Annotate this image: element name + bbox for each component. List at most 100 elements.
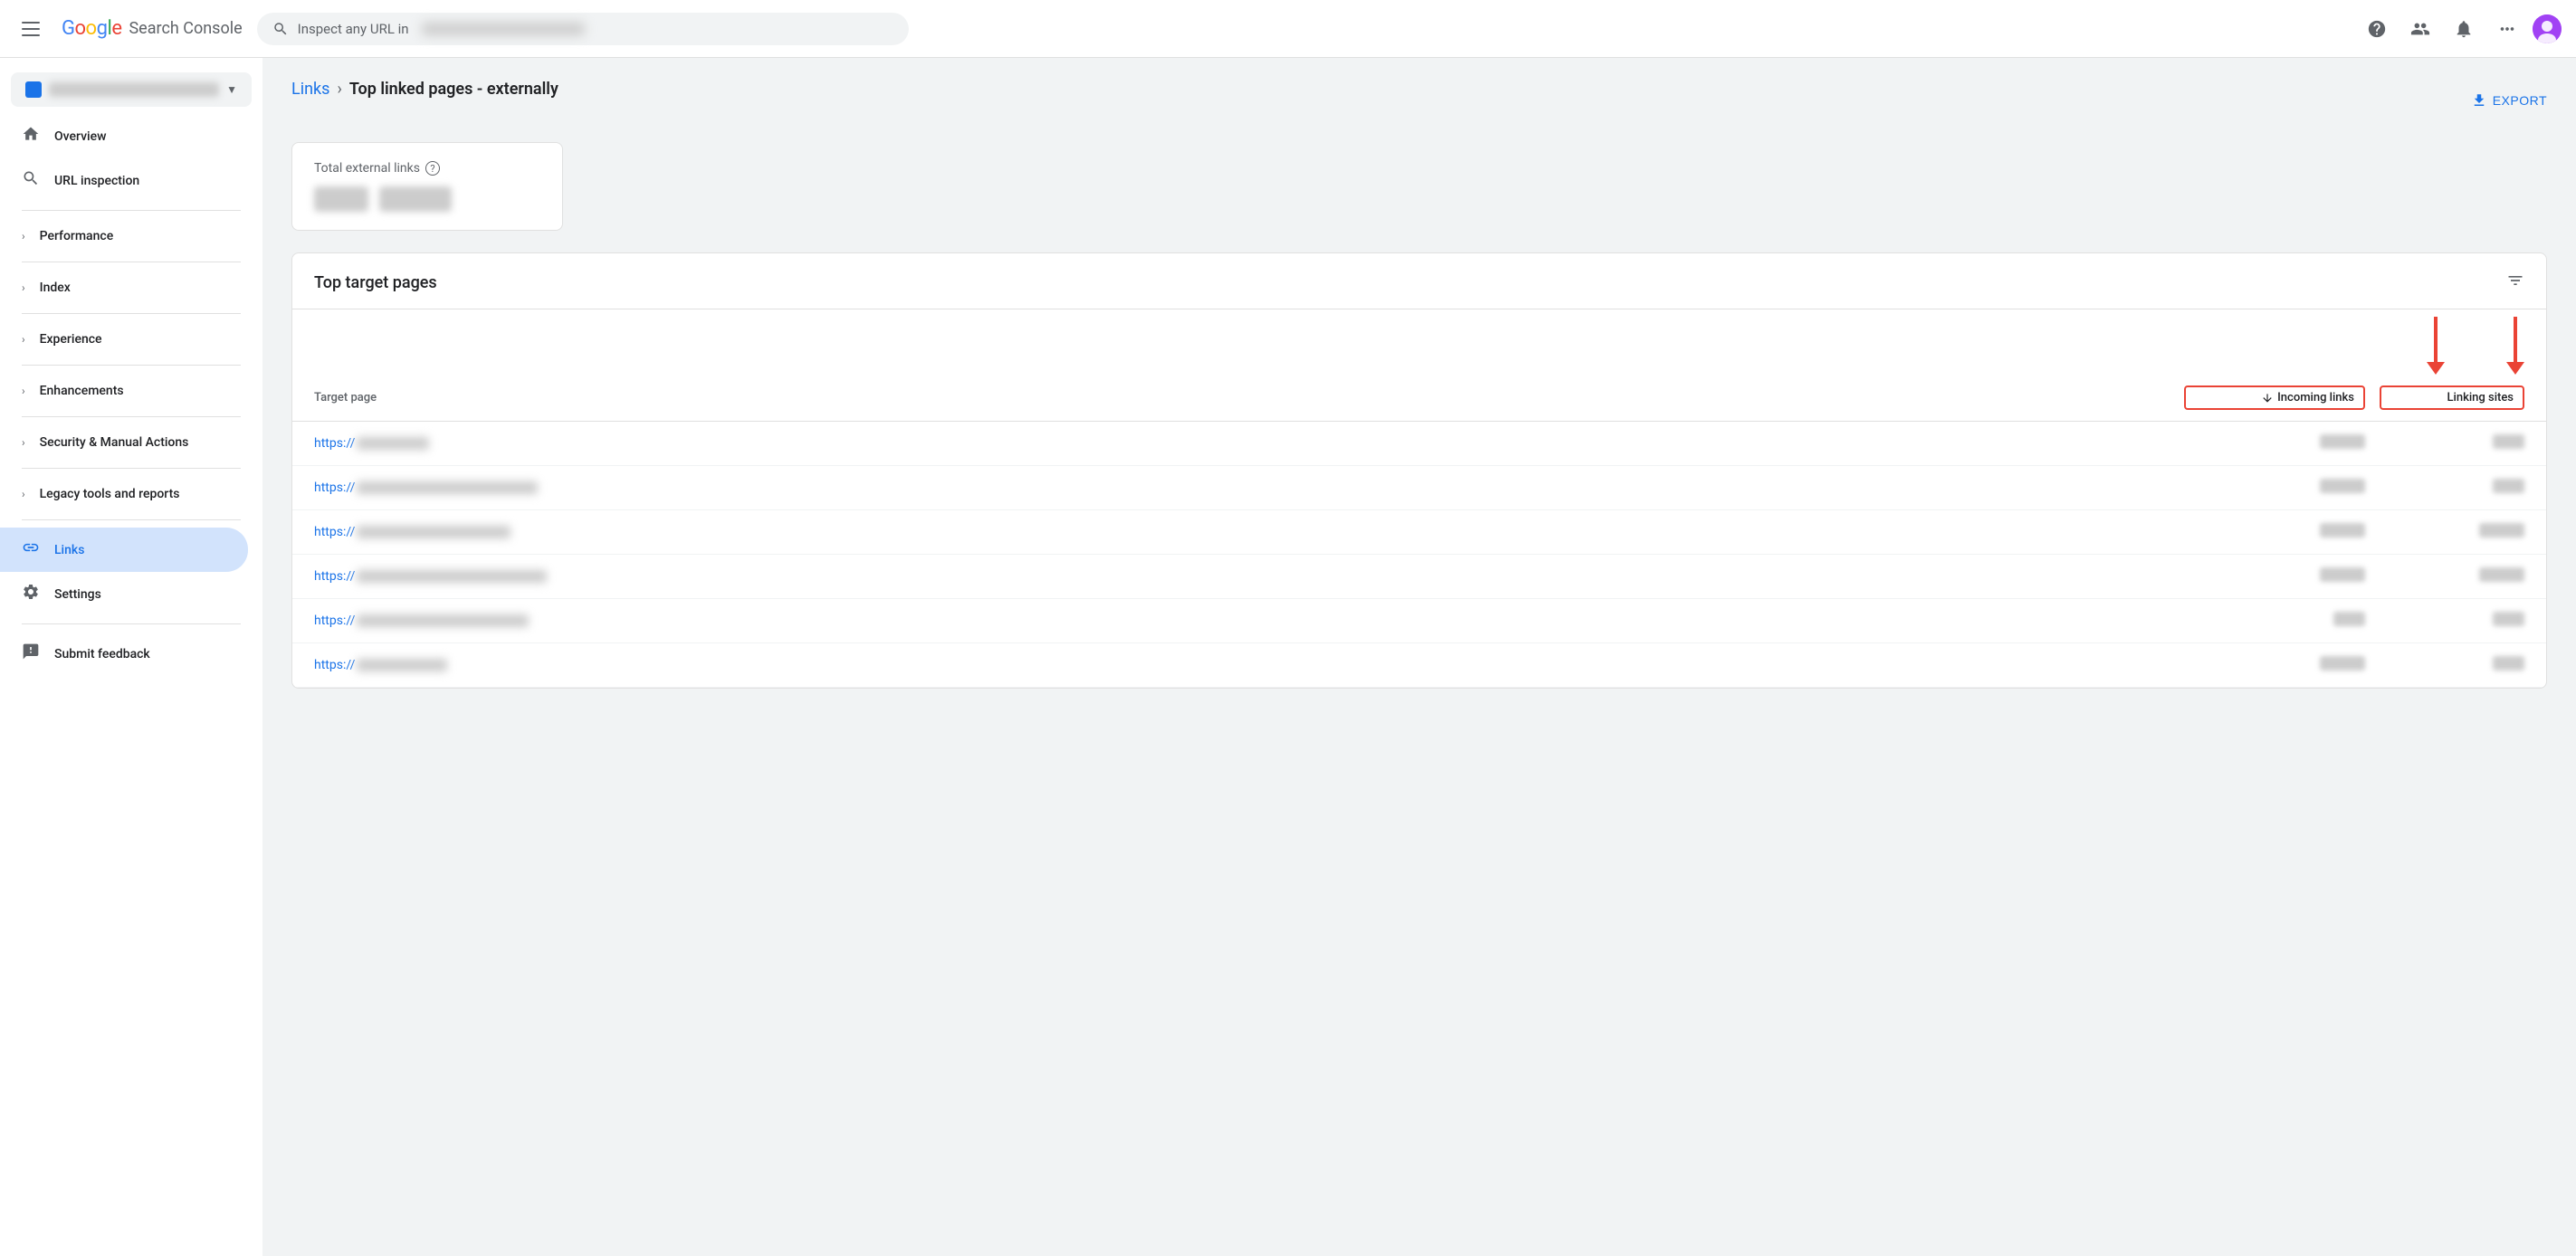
sidebar-item-legacy[interactable]: › Legacy tools and reports [0, 476, 262, 512]
row-url-1[interactable]: https:// [314, 436, 2184, 451]
row-url-5[interactable]: https:// [314, 614, 2184, 628]
property-name [49, 82, 219, 97]
sidebar-divider-1 [22, 210, 241, 211]
sidebar-divider-5 [22, 416, 241, 417]
search-console-settings-button[interactable] [2402, 11, 2438, 47]
linking-value-4 [2479, 567, 2524, 582]
feedback-icon [22, 642, 40, 665]
linking-value-6 [2493, 656, 2524, 671]
sidebar-item-url-inspection[interactable]: URL inspection [0, 158, 248, 203]
sidebar-divider-8 [22, 623, 241, 624]
incoming-value-3 [2320, 523, 2365, 538]
header: Google Search Console Inspect any URL in [0, 0, 2576, 58]
col-incoming-links[interactable]: Incoming links [2184, 385, 2365, 410]
stats-value-1 [314, 186, 368, 212]
row-linking-5 [2380, 612, 2524, 630]
breadcrumb-parent[interactable]: Links [291, 80, 329, 99]
sidebar-item-overview[interactable]: Overview [0, 114, 248, 158]
arrow-annotations [292, 317, 2546, 375]
sidebar-item-settings[interactable]: Settings [0, 572, 248, 616]
sidebar-divider-3 [22, 313, 241, 314]
row-url-2[interactable]: https:// [314, 481, 2184, 495]
chevron-right-icon-2: › [22, 281, 25, 294]
apps-button[interactable] [2489, 11, 2525, 47]
help-button[interactable] [2359, 11, 2395, 47]
search-bar[interactable]: Inspect any URL in [257, 13, 909, 45]
row-url-3[interactable]: https:// [314, 525, 2184, 539]
sidebar-item-experience-label: Experience [40, 332, 102, 347]
arrow-shaft-2 [2514, 317, 2517, 362]
incoming-value-6 [2320, 656, 2365, 671]
sidebar-item-legacy-label: Legacy tools and reports [40, 487, 180, 501]
col-incoming-label: Incoming links [2277, 391, 2354, 404]
search-icon [272, 21, 289, 37]
sidebar-item-index[interactable]: › Index [0, 270, 262, 306]
row-url-4[interactable]: https:// [314, 569, 2184, 584]
stats-card-value [314, 186, 540, 212]
sidebar-item-settings-label: Settings [54, 587, 101, 602]
chevron-right-icon-4: › [22, 385, 25, 397]
property-selector[interactable]: ▼ [11, 72, 252, 107]
column-headers: Target page Incoming links Linking sites [292, 375, 2546, 422]
sidebar-item-experience[interactable]: › Experience [0, 321, 262, 357]
sidebar-item-enhancements[interactable]: › Enhancements [0, 373, 262, 409]
table-container: Top target pages Target page [291, 252, 2547, 689]
breadcrumb-separator: › [337, 80, 341, 99]
breadcrumb-row: Links › Top linked pages - externally EX… [291, 80, 2547, 120]
settings-icon [22, 583, 40, 605]
row-incoming-1 [2184, 434, 2365, 452]
chevron-right-icon-5: › [22, 436, 25, 449]
export-label: EXPORT [2493, 93, 2547, 108]
sidebar-item-index-label: Index [40, 281, 71, 295]
sidebar: ▼ Overview URL inspection › Performance … [0, 58, 262, 1256]
sidebar-item-performance-label: Performance [40, 229, 114, 243]
chevron-right-icon-6: › [22, 488, 25, 500]
stats-card-title: Total external links ? [314, 161, 540, 176]
sidebar-item-submit-feedback[interactable]: Submit feedback [0, 632, 248, 676]
notifications-button[interactable] [2446, 11, 2482, 47]
sidebar-item-links-label: Links [54, 543, 84, 557]
arrow-head-2 [2506, 362, 2524, 375]
google-wordmark: Google [62, 17, 121, 40]
app-title: Search Console [129, 19, 242, 38]
sidebar-item-enhancements-label: Enhancements [40, 384, 124, 398]
url-inspection-icon [22, 169, 40, 192]
row-url-6[interactable]: https:// [314, 658, 2184, 672]
table-row: https:// [292, 599, 2546, 643]
row-incoming-3 [2184, 523, 2365, 541]
filter-button[interactable] [2506, 271, 2524, 294]
property-icon [25, 81, 42, 98]
header-actions [2359, 11, 2562, 47]
sidebar-item-security[interactable]: › Security & Manual Actions [0, 424, 262, 461]
breadcrumb: Links › Top linked pages - externally [291, 80, 558, 99]
table-row: https:// [292, 643, 2546, 688]
menu-button[interactable] [14, 14, 47, 43]
chevron-right-icon-3: › [22, 333, 25, 346]
sidebar-item-performance[interactable]: › Performance [0, 218, 262, 254]
main-content: Links › Top linked pages - externally EX… [262, 58, 2576, 1256]
incoming-value-2 [2320, 479, 2365, 493]
row-incoming-6 [2184, 656, 2365, 674]
avatar[interactable] [2533, 14, 2562, 43]
sidebar-item-links[interactable]: Links [0, 528, 248, 572]
help-icon[interactable]: ? [425, 161, 440, 176]
links-icon [22, 538, 40, 561]
incoming-value-4 [2320, 567, 2365, 582]
linking-value-2 [2493, 479, 2524, 493]
logo: Google Search Console [62, 17, 243, 40]
table-row: https:// [292, 422, 2546, 466]
col-linking-sites[interactable]: Linking sites [2380, 385, 2524, 410]
sidebar-divider-6 [22, 468, 241, 469]
export-button[interactable]: EXPORT [2471, 92, 2547, 109]
chevron-right-icon: › [22, 230, 25, 243]
row-incoming-4 [2184, 567, 2365, 585]
incoming-value-1 [2320, 434, 2365, 449]
arrow-shaft-1 [2434, 317, 2438, 362]
sidebar-item-url-inspection-label: URL inspection [54, 174, 139, 188]
incoming-value-5 [2333, 612, 2365, 626]
search-placeholder: Inspect any URL in [298, 21, 409, 37]
table-row: https:// [292, 466, 2546, 510]
table-row: https:// [292, 555, 2546, 599]
linking-value-1 [2493, 434, 2524, 449]
property-dropdown-icon: ▼ [226, 83, 237, 96]
